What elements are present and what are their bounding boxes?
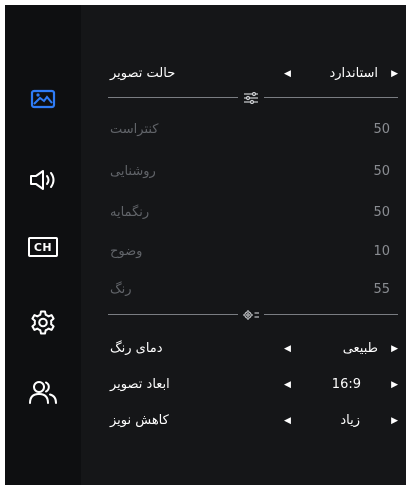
saturation-label: رنگمایه <box>110 205 150 220</box>
section-divider-advanced <box>108 308 398 322</box>
brightness-value: 50 <box>373 164 390 179</box>
arrow-right-icon[interactable]: ▶ <box>391 57 398 91</box>
sidebar: CH <box>5 5 81 485</box>
sharpness-row[interactable]: وضوح 10 <box>106 235 398 269</box>
contrast-row[interactable]: کنتراست 50 <box>106 113 398 147</box>
sidebar-item-settings[interactable] <box>26 306 60 340</box>
ch-icon: CH <box>28 237 58 257</box>
noise-reduction-value: زیاد <box>340 413 360 428</box>
aspect-ratio-value: 16:9 <box>331 377 361 392</box>
color-temperature-value: طبیعی <box>342 341 378 356</box>
people-icon <box>29 381 57 404</box>
arrow-left-icon[interactable]: ◀ <box>284 332 291 366</box>
picture-icon <box>30 89 56 109</box>
picture-mode-label: حالت تصویر <box>110 66 176 81</box>
sliders-icon <box>242 91 260 105</box>
color-temperature-row[interactable]: دمای رنگ ◀ طبیعی ▶ <box>106 332 398 366</box>
sidebar-item-sound[interactable] <box>26 163 60 197</box>
sharpness-value: 10 <box>373 244 390 259</box>
sharpness-label: وضوح <box>110 244 143 259</box>
gear-icon <box>31 310 55 335</box>
divider-line <box>108 314 238 315</box>
divider-line <box>264 314 398 315</box>
arrow-right-icon[interactable]: ▶ <box>391 404 398 438</box>
speaker-icon <box>30 170 55 190</box>
aspect-ratio-row[interactable]: ابعاد تصویر ◀ 16:9 ▶ <box>106 368 398 402</box>
aspect-ratio-label: ابعاد تصویر <box>110 377 170 392</box>
sidebar-item-channels[interactable]: CH <box>26 230 60 264</box>
saturation-row[interactable]: رنگمایه 50 <box>106 196 398 230</box>
arrow-left-icon[interactable]: ◀ <box>284 57 291 91</box>
color-value: 55 <box>373 282 390 297</box>
arrow-right-icon[interactable]: ▶ <box>391 368 398 402</box>
sidebar-item-picture[interactable] <box>26 82 60 116</box>
noise-reduction-row[interactable]: کاهش نویز ◀ زیاد ▶ <box>106 404 398 438</box>
brightness-row[interactable]: روشنایی 50 <box>106 155 398 189</box>
arrow-right-icon[interactable]: ▶ <box>391 332 398 366</box>
brightness-label: روشنایی <box>110 164 156 179</box>
color-temperature-label: دمای رنگ <box>110 341 163 356</box>
arrow-left-icon[interactable]: ◀ <box>284 368 291 402</box>
section-divider-adjust <box>108 91 398 105</box>
tv-picture-settings-screen: CH حالت تصویر ◀ استاندارد ▶ کنتراست 50 ر… <box>5 5 406 485</box>
saturation-value: 50 <box>373 205 390 220</box>
divider-line <box>108 97 238 98</box>
gear-list-icon <box>242 308 260 322</box>
contrast-label: کنتراست <box>110 122 159 137</box>
color-label: رنگ <box>110 282 132 297</box>
arrow-left-icon[interactable]: ◀ <box>284 404 291 438</box>
sidebar-item-accounts[interactable] <box>26 375 60 409</box>
picture-mode-row[interactable]: حالت تصویر ◀ استاندارد ▶ <box>106 57 398 91</box>
color-row[interactable]: رنگ 55 <box>106 273 398 307</box>
contrast-value: 50 <box>373 122 390 137</box>
picture-mode-value: استاندارد <box>329 66 378 81</box>
divider-line <box>264 97 398 98</box>
noise-reduction-label: کاهش نویز <box>110 413 169 428</box>
